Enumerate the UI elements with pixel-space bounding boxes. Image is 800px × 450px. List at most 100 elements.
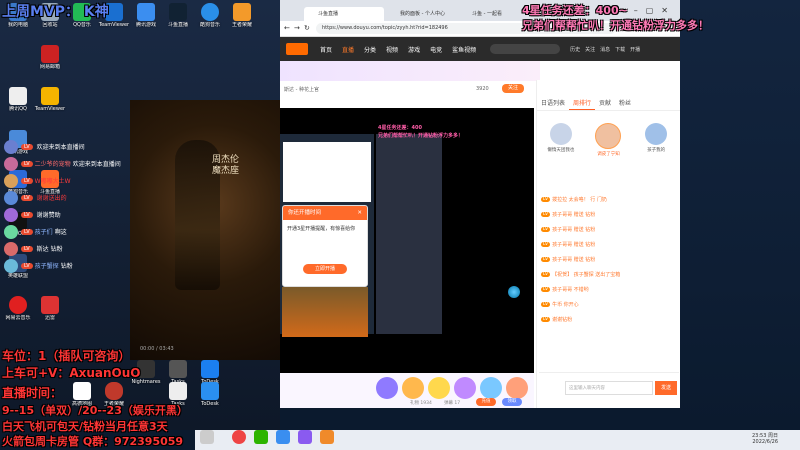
rank-user[interactable]: 调皮了宁知 (588, 123, 628, 157)
avatar (645, 123, 668, 145)
video-overlay-text-1: 4星任务还差：400 (378, 125, 422, 131)
nav-start-live[interactable]: 开播 (630, 46, 640, 53)
desktop-icon-todesk2[interactable]: ToDesk (194, 382, 226, 407)
desktop-icon-mail[interactable]: 网易邮箱 (34, 45, 66, 70)
tab-douyu[interactable]: 斗鱼直播 (304, 7, 384, 21)
desktop-icon-video[interactable]: 斗鱼直播 (162, 3, 194, 28)
wechat-icon[interactable] (254, 430, 268, 444)
search-input[interactable] (490, 44, 561, 54)
rank-user[interactable]: 懒惰天团我也 (541, 123, 581, 157)
chat-message: LV 【祝贺】 孩子蟹探 送出了宝箱 (541, 272, 621, 278)
tab-profile[interactable]: 我的面板 - 个人中心 (386, 7, 456, 21)
video-inner-browser (283, 142, 371, 202)
desktop-icon-tencent[interactable]: 腾讯游戏 (130, 3, 162, 28)
follow-button[interactable]: 关注 (502, 84, 524, 93)
overlay-qq-group: 火箭包周卡房管 Q群：972395059 (2, 435, 184, 448)
close-icon[interactable]: ✕ (357, 206, 362, 220)
overlay-mvp: 上周MVP： K神 (2, 4, 109, 20)
nav-shark[interactable]: 鲨鱼视频 (452, 45, 476, 54)
app-icon[interactable] (320, 430, 334, 444)
search-icon[interactable] (200, 430, 214, 444)
desktop-icon-kugou[interactable]: 酷狗音乐 (194, 3, 226, 28)
king-icon (233, 3, 251, 21)
gift-item[interactable] (506, 377, 528, 399)
tab-list[interactable]: 日语列表 (537, 96, 569, 110)
overlay-car-slot: 车位：1（插队可咨询） (2, 349, 131, 363)
avatar (595, 123, 622, 149)
overlay-car-contact: 上车可+V：AxuanOuO (2, 366, 141, 380)
video-icon (169, 3, 187, 21)
kugou-icon (201, 3, 219, 21)
video-right-screen (376, 134, 442, 334)
screen: 周杰伦 魔杰座 00:00 / 03:43 我的电脑 腾讯QQ TeamView… (0, 0, 800, 450)
gift-item[interactable] (428, 377, 450, 399)
nav-message[interactable]: 消息 (600, 46, 610, 53)
chat-input[interactable]: 这里输入聊天内容 (565, 381, 653, 395)
chat-line: LV 孩子们 啊这 (4, 223, 134, 240)
gift-item[interactable] (376, 377, 398, 399)
chat-message: LV 孩子哥哥 赠送 钻粉 (541, 227, 596, 233)
douyu-logo[interactable] (286, 43, 308, 55)
todesk-icon (201, 382, 219, 400)
tab-fans[interactable]: 粉丝 (615, 96, 635, 110)
nav-live[interactable]: 直播 (342, 45, 354, 54)
chat-line: LV 谢谢送出的 (4, 189, 134, 206)
popup-header: 你还开播时间 ✕ (283, 206, 367, 220)
tab-watch[interactable]: 斗鱼 - 一起看 (458, 7, 528, 21)
chat-message: LV 孩子哥哥 赠送 钻粉 (541, 212, 596, 218)
nav-game[interactable]: 游戏 (408, 45, 420, 54)
back-icon[interactable]: ← (284, 24, 290, 32)
media-player[interactable]: 周杰伦 魔杰座 00:00 / 03:43 (130, 100, 280, 360)
desktop-icon-teamviewer[interactable]: TeamViewer (34, 87, 66, 112)
right-panel: 日语列表 周排行 贡献 粉丝 懒惰天团我也 调皮了宁知 孩子我的 LV 拨拉拉 太… (536, 80, 680, 408)
player-time: 00:00 / 03:43 (140, 346, 174, 352)
left-chat: LV 欢迎来到本直播间 LV 二少爷的宠物 欢迎来到本直播间 LV W嘟嘟大土W LV 谢… (4, 138, 134, 274)
taskbar-clock[interactable]: 23:53 周日 2022/6/26 (752, 432, 778, 445)
nav-home[interactable]: 首页 (320, 45, 332, 54)
refresh-icon[interactable]: ↻ (304, 24, 310, 32)
claim-button[interactable]: 领取 (502, 398, 522, 406)
avatar (4, 207, 18, 222)
gift-item[interactable] (402, 377, 424, 399)
popup-button[interactable]: 立即开播 (303, 264, 347, 274)
chat-line: LV 谢谢赞助 (4, 206, 134, 223)
app-icon[interactable] (276, 430, 290, 444)
chrome-icon[interactable] (232, 430, 246, 444)
nav-category[interactable]: 分类 (364, 45, 376, 54)
overlay-appeal: 兄弟们帮帮忙叭！开通钻粉浮力多多！ (522, 19, 709, 32)
nav-video[interactable]: 视频 (386, 45, 398, 54)
avatar (4, 173, 18, 188)
tab-weekly[interactable]: 周排行 (569, 96, 596, 110)
recharge-button[interactable]: 充值 (476, 398, 496, 406)
nav-download[interactable]: 下载 (615, 46, 625, 53)
app-icon[interactable] (298, 430, 312, 444)
right-panel-tabs: 日语列表 周排行 贡献 粉丝 (537, 96, 680, 111)
chat-input-area: 这里输入聊天内容 发送 (539, 372, 679, 406)
chat-line: LV W嘟嘟大土W (4, 172, 134, 189)
chat-line: LV 孩子蟹探 钻粉 (4, 257, 134, 274)
avatar (4, 241, 18, 256)
stat-danmu: 弹幕 17 (444, 401, 461, 406)
desktop-icon-qq[interactable]: 腾讯QQ (2, 87, 34, 112)
amap-icon (73, 382, 91, 400)
desktop-icon-netease[interactable]: 网易云音乐 (2, 296, 34, 321)
send-button[interactable]: 发送 (655, 381, 677, 395)
tencent-icon (137, 3, 155, 21)
rank-user[interactable]: 孩子我的 (636, 123, 676, 157)
desktop-icon-king[interactable]: 王者荣耀 (226, 3, 258, 28)
site-header: 首页 直播 分类 视频 游戏 电竞 鲨鱼视频 历史 关注 消息 下载 开播 (280, 37, 680, 61)
nav-history[interactable]: 历史 (570, 46, 580, 53)
forward-icon[interactable]: → (294, 24, 300, 32)
avatar (4, 139, 18, 154)
overlay-promo: 白天飞机可包天/钻粉当月任意3天 (2, 420, 168, 433)
stream-title: 斯达 - 种花上官 (284, 87, 319, 93)
browser-window: 斗鱼直播 我的面板 - 个人中心 斗鱼 - 一起看 –▢✕ ← → ↻ http… (280, 0, 680, 408)
gift-bar: 礼物 1934 弹幕 17 充值 领取 (280, 373, 534, 408)
tab-contrib[interactable]: 贡献 (595, 96, 615, 110)
gift-item[interactable] (454, 377, 476, 399)
nav-esports[interactable]: 电竞 (430, 45, 442, 54)
popup-dialog: 你还开播时间 ✕ 开通3星开播提醒，有惊喜给你 立即开播 (282, 205, 368, 287)
desktop-icon-xunlei[interactable]: 迅雷 (34, 296, 66, 321)
nav-follow[interactable]: 关注 (585, 46, 595, 53)
gift-item[interactable] (480, 377, 502, 399)
